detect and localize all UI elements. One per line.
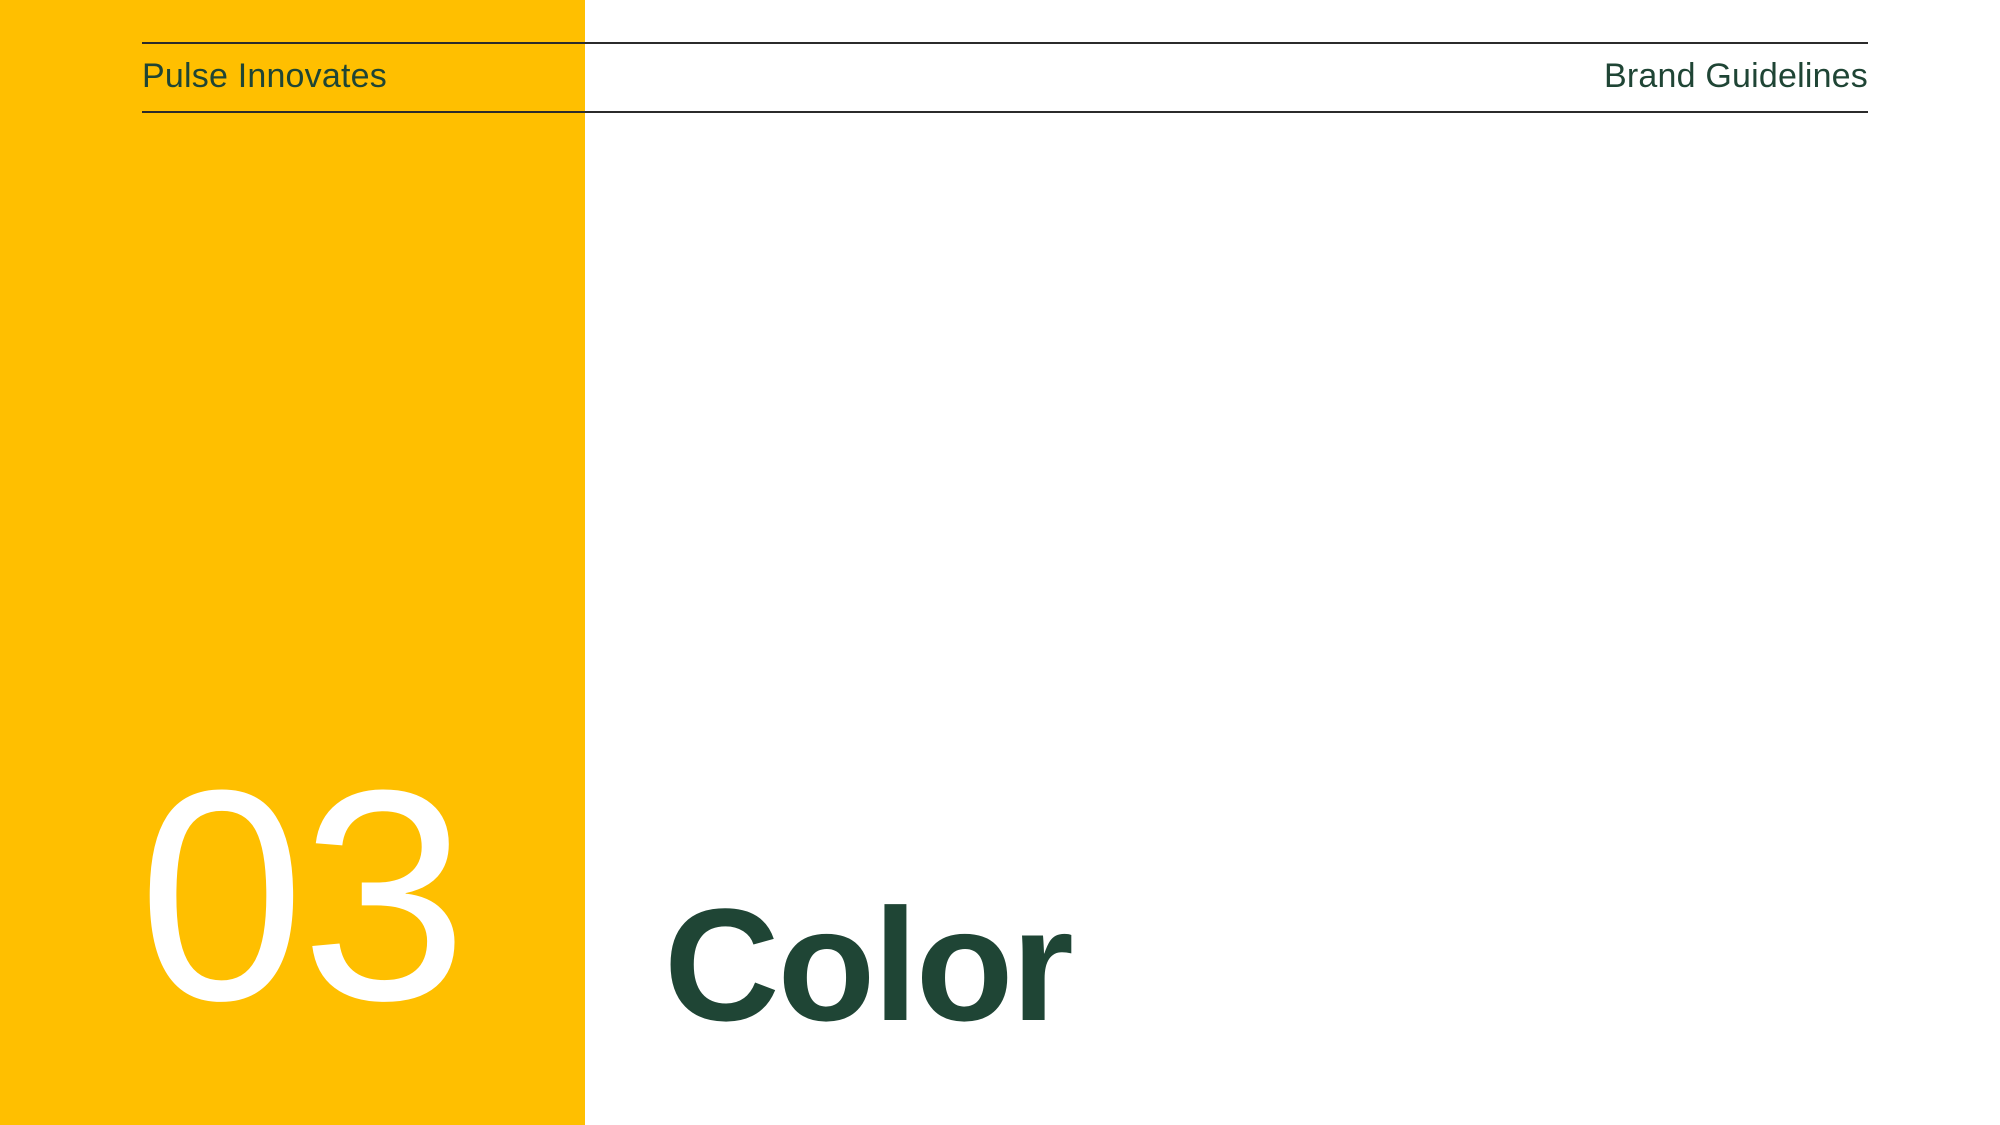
header-top-rule <box>142 42 1868 44</box>
section-title: Color <box>664 875 1074 1054</box>
company-name: Pulse Innovates <box>142 57 387 95</box>
document-title: Brand Guidelines <box>1603 57 1868 95</box>
header-bottom-rule <box>142 111 1868 113</box>
slide: Pulse Innovates Brand Guidelines 03 Colo… <box>0 0 2000 1125</box>
section-number: 03 <box>138 727 468 1063</box>
